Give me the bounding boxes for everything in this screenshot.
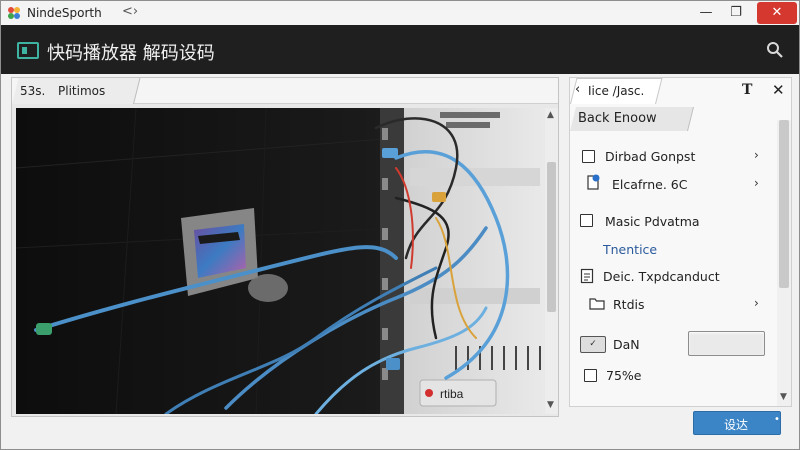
panel-scrollbar[interactable]: ▼ [777,120,791,406]
video-scrollbar[interactable]: ▲ ▼ [545,108,558,414]
close-button[interactable]: ✕ [757,2,797,24]
chevron-left-icon[interactable]: ‹ [575,82,580,97]
panel-scroll-thumb[interactable] [779,120,789,288]
scroll-down-icon[interactable]: ▼ [780,392,787,402]
maximize-button[interactable]: ❐ [721,2,751,24]
video-tab-bar: 53s. Plitimos [12,78,558,104]
video-scroll-thumb[interactable] [547,162,556,312]
properties-panel: ‹ Iice /Jasc. T ✕ Back Enoow Dirbad Gonp… [569,77,792,407]
dan-toggle-button[interactable]: ✓ [580,336,606,353]
minimize-button[interactable]: — [691,2,721,24]
chevron-right-icon[interactable]: › [754,296,759,310]
checkbox-percent[interactable] [584,369,597,382]
section-header: Back Enoow [578,111,657,126]
chevron-right-icon[interactable]: › [754,176,759,190]
app-header-title: 快码播放器 解码设码 [47,43,215,64]
confirm-button-label: 设达 [724,418,749,432]
video-frame[interactable]: rtiba [16,108,544,414]
video-panel: 53s. Plitimos rtiba ▲ ▼ [11,77,559,417]
app-window: NindeSporth <› — ❐ ✕ 快码播放器 解码设码 53s. Pli… [0,0,800,450]
value-input[interactable] [688,331,765,356]
confirm-button[interactable]: 设达 • [693,411,781,435]
checkbox-masic[interactable] [580,214,593,227]
item-label-dan: DaN [613,337,640,352]
video-tab-number: 53s. [20,84,46,98]
chevron-right-icon[interactable]: › [754,148,759,162]
app-header: 快码播放器 解码设码 [1,25,799,74]
item-label-tnentice[interactable]: Tnentice [603,242,657,257]
search-icon[interactable] [766,41,784,59]
document-icon [580,268,594,284]
item-label-masic: Masic Pdvatma [605,214,700,229]
back-forward-icon[interactable]: <› [122,4,138,19]
item-label-rtdis: Rtdis [613,297,645,312]
folder-icon [589,298,605,310]
app-logo-icon [8,7,20,19]
item-label-deic: Deic. Txpdcanduct [603,269,720,284]
checkbox-dirbad[interactable] [582,150,595,163]
window-title: NindeSporth [27,6,102,20]
player-icon [17,42,39,59]
text-format-icon[interactable]: T [742,82,752,98]
scroll-down-icon[interactable]: ▼ [547,400,554,410]
panel-tab-label: Iice /Jasc. [588,84,645,98]
video-content: rtiba [16,108,544,414]
close-panel-icon[interactable]: ✕ [772,81,785,99]
file-pin-icon [587,174,600,190]
item-label-elcafrne: Elcafrne. 6C [612,177,688,192]
video-overlay-label: rtiba [440,387,464,401]
item-label-dirbad: Dirbad Gonpst [605,149,696,164]
title-bar: NindeSporth <› — ❐ ✕ [1,1,799,25]
dropdown-dot-icon: • [774,414,780,425]
video-tab-label: Plitimos [58,84,106,98]
item-label-percent: 75%e [606,368,642,383]
scroll-up-icon[interactable]: ▲ [547,110,554,120]
